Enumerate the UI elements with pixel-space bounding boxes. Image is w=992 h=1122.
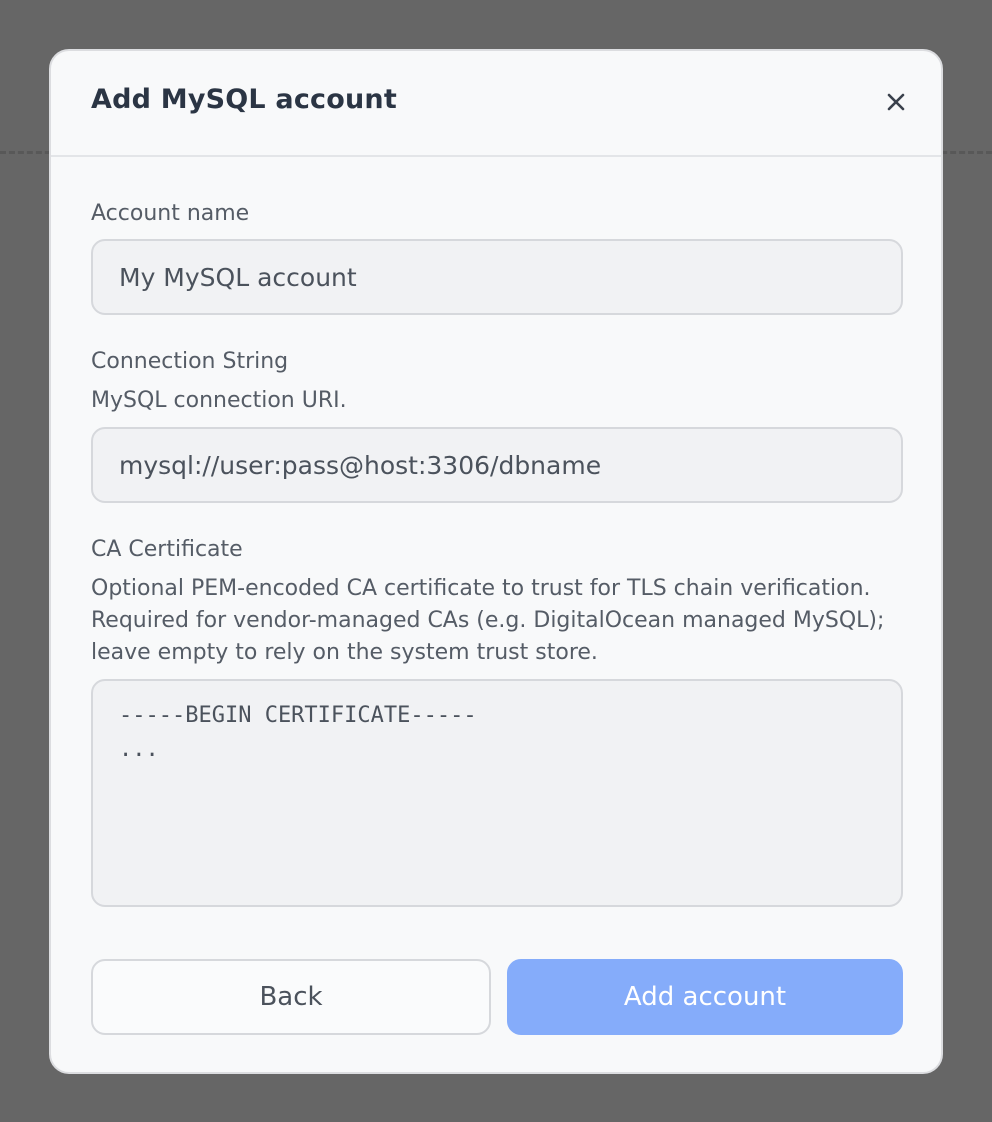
- close-icon: [881, 87, 911, 117]
- back-button[interactable]: Back: [91, 959, 491, 1035]
- account-name-input[interactable]: [91, 239, 903, 315]
- ca-certificate-help-line: Required for vendor-managed CAs (e.g. Di…: [91, 608, 885, 633]
- ca-certificate-textarea[interactable]: [91, 679, 903, 907]
- ca-certificate-help: Optional PEM-encoded CA certificate to t…: [91, 573, 911, 669]
- account-name-label: Account name: [91, 201, 250, 226]
- modal-header: Add MySQL account: [51, 51, 941, 157]
- close-button[interactable]: [881, 87, 911, 117]
- add-account-modal: Add MySQL account Account name Connectio…: [49, 49, 943, 1074]
- add-account-button[interactable]: Add account: [507, 959, 903, 1035]
- connection-string-label: Connection String: [91, 349, 289, 374]
- ca-certificate-help-line: Optional PEM-encoded CA certificate to t…: [91, 576, 871, 601]
- connection-string-input[interactable]: [91, 427, 903, 503]
- modal-title: Add MySQL account: [91, 84, 397, 115]
- ca-certificate-label: CA Certificate: [91, 537, 243, 562]
- connection-string-help: MySQL connection URI.: [91, 388, 347, 413]
- ca-certificate-help-line: leave empty to rely on the system trust …: [91, 640, 598, 665]
